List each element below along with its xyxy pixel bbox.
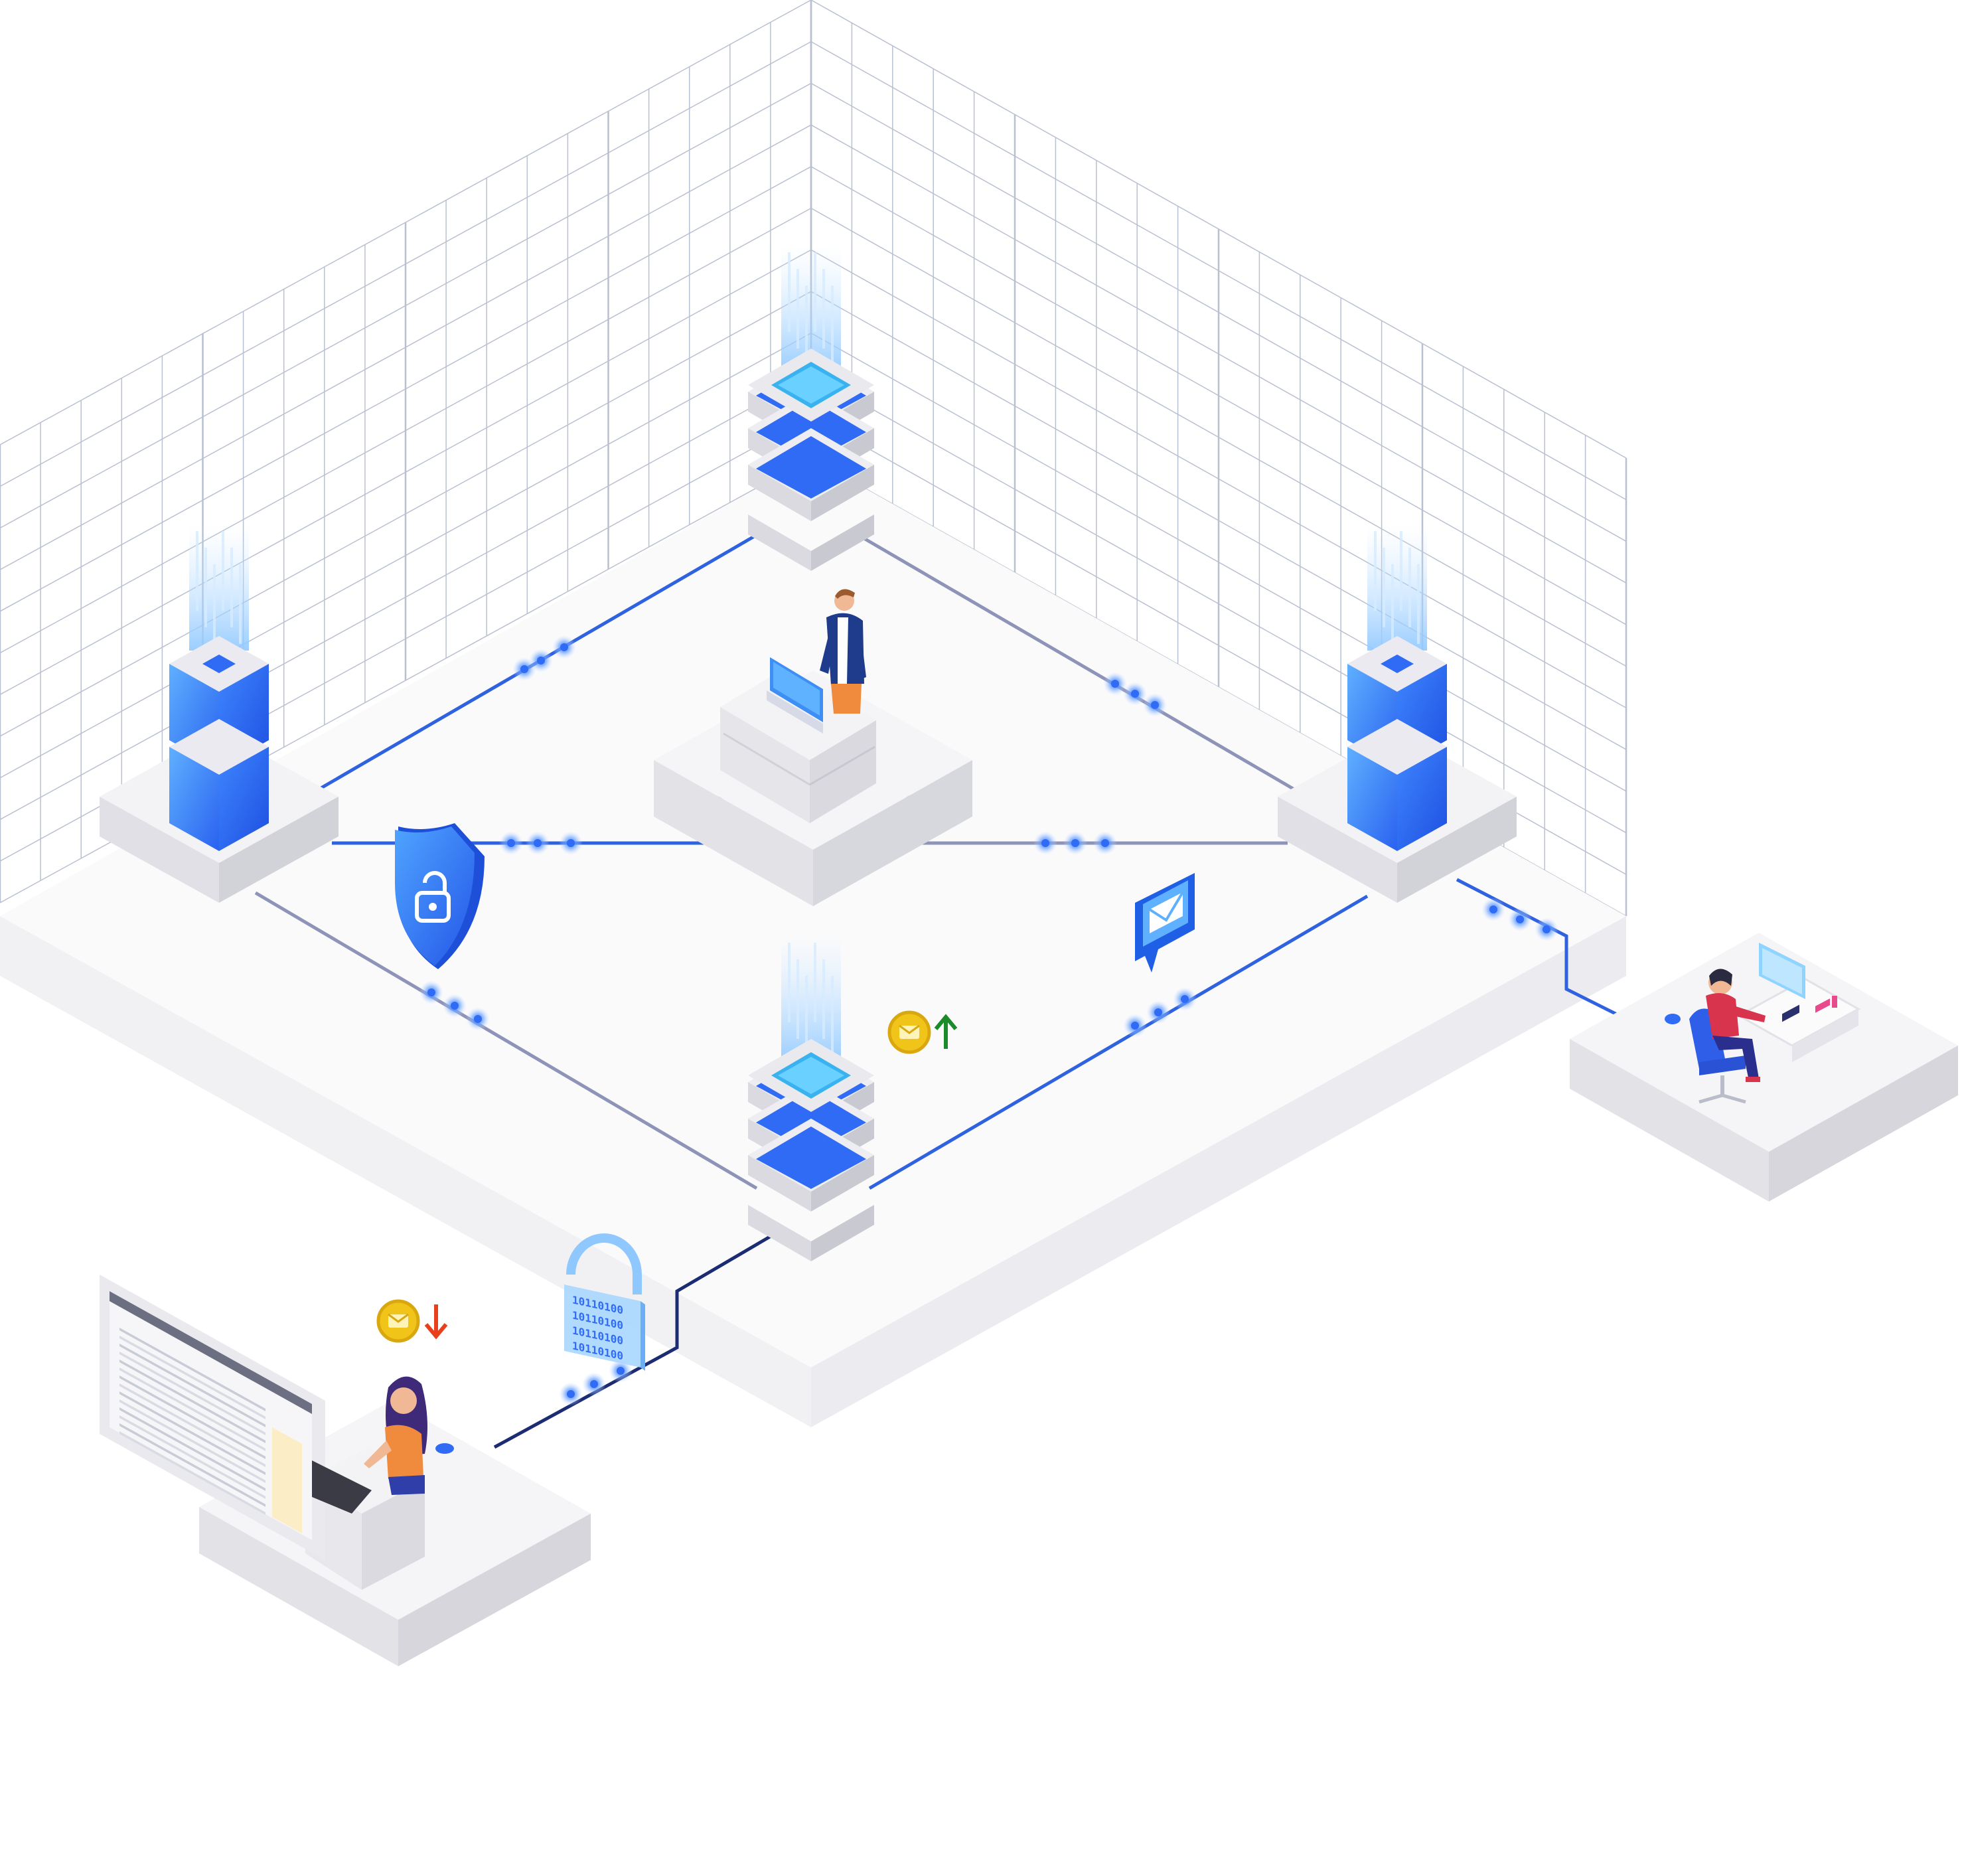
arrow-down-icon: [424, 1304, 448, 1340]
server-tower-icon: [100, 524, 339, 903]
server-tower-icon: [1278, 524, 1517, 903]
coin-down-group: [376, 1299, 448, 1343]
client-desk-right: [1570, 933, 1958, 1202]
client-desk-left: [100, 1275, 591, 1666]
coin-up-group: [887, 1010, 958, 1054]
network-illustration: 10110100 10110100 10110100 10110100: [0, 0, 1962, 1876]
